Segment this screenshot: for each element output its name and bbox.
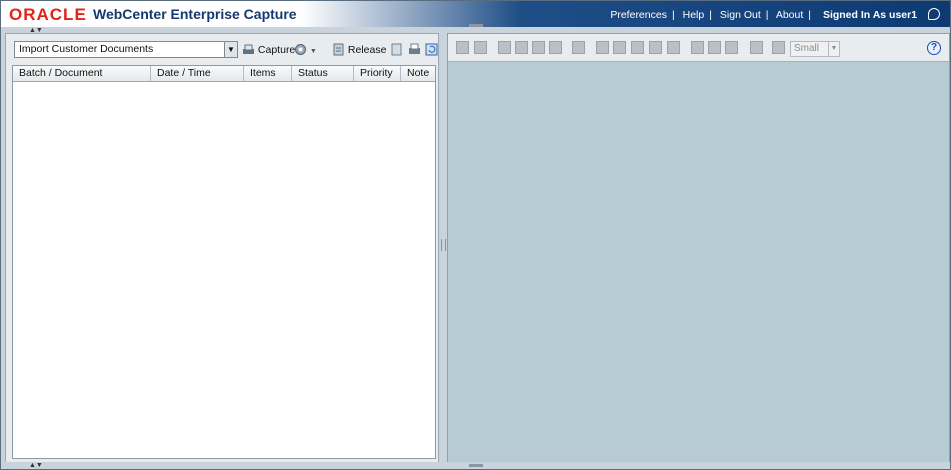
nav-separator: | [709,9,712,21]
capture-button[interactable]: Capture [242,43,295,56]
splitter-grip[interactable] [441,239,446,251]
pane-splitter[interactable] [439,33,447,461]
fit-width-icon[interactable] [631,41,644,54]
copy-icon[interactable] [474,41,487,54]
batch-toolbar: Import Customer Documents ▼ Capture ▼ Re… [6,34,438,63]
batch-refresh-button[interactable] [425,43,438,56]
release-label: Release [347,44,387,56]
edit-icon[interactable] [532,41,545,54]
client-profile-select[interactable]: Import Customer Documents ▼ [14,41,238,58]
thumbnail-size-select[interactable]: Small ▼ [790,41,840,57]
column-header-note[interactable]: Note [401,66,435,81]
collapse-footer-arrows-icon[interactable]: ▲▼ [29,462,43,469]
thumbnail-icon[interactable] [772,41,785,54]
viewer-toolbar: Small ▼ ? [448,34,949,62]
zoom-in-icon[interactable] [596,41,609,54]
about-link[interactable]: About [776,9,803,21]
chevron-down-icon: ▼ [309,48,317,55]
signed-in-user: Signed In As user1 [822,9,918,21]
batch-table-header: Batch / Document Date / Time Items Statu… [13,66,435,82]
capture-label: Capture [257,44,296,56]
batch-table: Batch / Document Date / Time Items Statu… [12,65,436,459]
column-header-items[interactable]: Items [244,66,292,81]
help-icon[interactable]: ? [927,41,941,55]
rotate-left-icon[interactable] [691,41,704,54]
rotate-right-icon[interactable] [708,41,721,54]
flip-icon[interactable] [725,41,738,54]
column-header-priority[interactable]: Priority [354,66,401,81]
release-icon [333,43,344,56]
batch-print-button[interactable] [408,43,421,56]
release-button[interactable]: Release [332,43,386,56]
fit-height-icon[interactable] [649,41,662,54]
column-header-status[interactable]: Status [292,66,354,81]
document-icon[interactable] [456,41,469,54]
printer-icon [409,43,420,54]
column-header-batch-document[interactable]: Batch / Document [13,66,151,81]
gear-icon [295,44,306,55]
viewer-pane: Small ▼ ? [447,33,950,463]
help-link[interactable]: Help [683,9,705,21]
batch-table-body[interactable] [13,82,435,458]
split-icon[interactable] [515,41,528,54]
document-icon [391,43,402,56]
column-header-date-time[interactable]: Date / Time [151,66,244,81]
delete-icon[interactable] [549,41,562,54]
footer-splitter-handle[interactable] [469,464,483,467]
top-nav: Preferences | Help | Sign Out | About | Sign… [610,8,940,21]
chevron-down-icon[interactable]: ▼ [224,42,237,57]
sign-out-link[interactable]: Sign Out [720,9,761,21]
scanner-icon [243,44,254,54]
options-menu-button[interactable]: ▼ [294,43,317,56]
nav-separator: | [671,9,675,21]
zoom-out-icon[interactable] [613,41,626,54]
batch-properties-button[interactable] [390,43,403,56]
document-viewer-area[interactable] [448,62,949,462]
nav-separator: | [765,9,769,21]
bookmark-icon[interactable] [572,41,585,54]
oracle-ring-icon [928,8,940,20]
header-splitter-handle[interactable] [469,24,483,27]
page-icon[interactable] [498,41,511,54]
fit-page-icon[interactable] [667,41,680,54]
bottom-bar: ▲▼ [1,462,950,469]
client-profile-value: Import Customer Documents [19,43,154,55]
nav-separator: | [808,9,812,21]
refresh-icon [425,43,438,56]
preferences-link[interactable]: Preferences [610,9,667,21]
app-title: WebCenter Enterprise Capture [93,6,297,22]
batch-pane: Import Customer Documents ▼ Capture ▼ Re… [5,33,439,463]
printer-icon[interactable] [750,41,763,54]
chevron-down-icon[interactable]: ▼ [828,42,839,56]
oracle-logo: ORACLE [9,5,87,24]
app-window: ORACLE WebCenter Enterprise Capture Pref… [0,0,951,470]
thumbnail-size-value: Small [794,43,820,54]
